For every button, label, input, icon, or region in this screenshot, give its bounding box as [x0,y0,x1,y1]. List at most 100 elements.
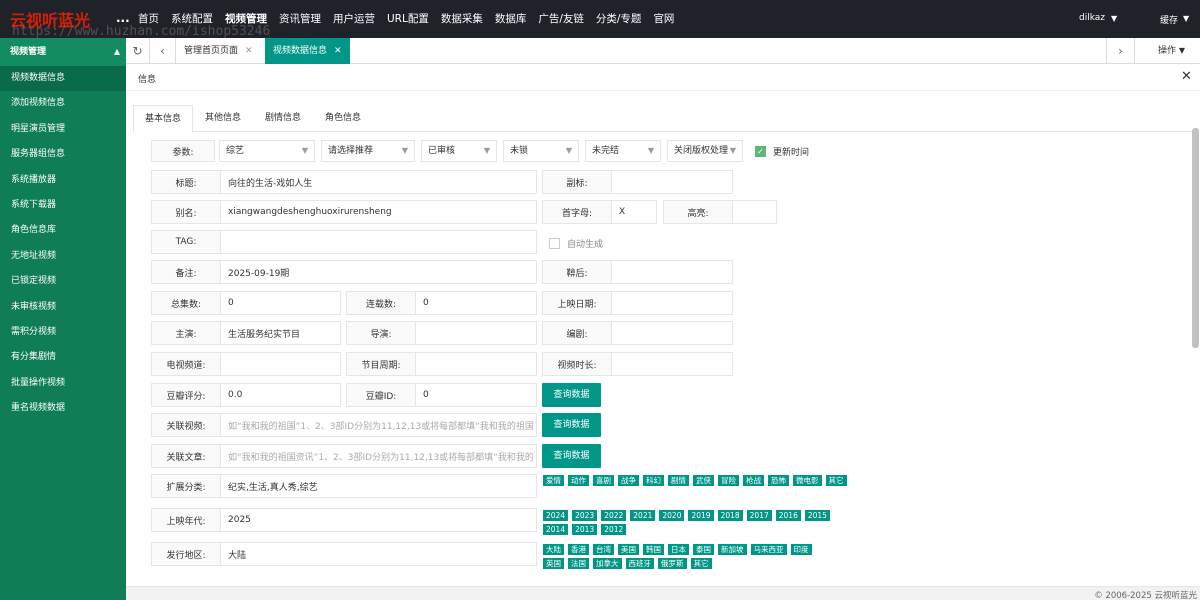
serial-input[interactable]: 0 [416,298,429,308]
year-tag[interactable]: 2022 [601,510,627,521]
year-input[interactable]: 2025 [221,515,251,525]
query-related-video-button[interactable]: 查询数据 [542,413,601,437]
year-tag[interactable]: 2017 [746,510,772,521]
related-article-field[interactable]: 关联文章: 如“我和我的祖国资讯”1、2、3部ID分别为11,12,13或将每部… [151,444,537,468]
sidebar-item-episode-plots[interactable]: 有分集剧情 [0,345,126,370]
caret-down-icon[interactable]: ▼ [1183,14,1189,23]
user-menu[interactable]: dilkaz [1079,13,1105,23]
title-field[interactable]: 标题: 向往的生活-戏如人生 [151,170,537,194]
tab-role-info[interactable]: 角色信息 [313,105,373,133]
ext-category-input[interactable]: 纪实,生活,真人秀,综艺 [221,480,318,493]
ext-category-field[interactable]: 扩展分类: 纪实,生活,真人秀,综艺 [151,474,537,498]
nav-ads-links[interactable]: 广告/友链 [532,0,590,38]
nav-data-collection[interactable]: 数据采集 [435,0,489,38]
sidebar-header[interactable]: 视频管理 ▲ [0,38,126,66]
nav-database[interactable]: 数据库 [489,0,533,38]
tag-field[interactable]: TAG: [151,230,537,254]
genre-tag[interactable]: 武侠 [693,475,714,486]
program-period-field[interactable]: 节目周期: [346,352,537,376]
genre-tag[interactable]: 战争 [618,475,639,486]
audit-select[interactable]: 已审核 ▼ [421,140,497,162]
afterward-field[interactable]: 鞥后: [542,260,733,284]
alias-field[interactable]: 别名: xiangwangdeshenghuoxirurensheng [151,200,537,224]
genre-tag[interactable]: 剧情 [668,475,689,486]
region-tag[interactable]: 加拿大 [593,558,622,569]
remark-input[interactable]: 2025-09-19期 [221,266,289,279]
sidebar-item-add-video[interactable]: 添加视频信息 [0,91,126,116]
douban-score-input[interactable]: 0.0 [221,390,242,400]
director-field[interactable]: 导演: [346,321,537,345]
douban-score-field[interactable]: 豆瓣评分: 0.0 [151,383,341,407]
year-tag[interactable]: 2023 [572,510,598,521]
year-tag[interactable]: 2015 [804,510,830,521]
sidebar-item-no-url[interactable]: 无地址视频 [0,244,126,269]
sidebar-item-downloaders[interactable]: 系统下载器 [0,193,126,218]
year-tag[interactable]: 2013 [572,524,598,535]
checkmark-icon[interactable]: ✓ [755,146,766,157]
nav-category-topics[interactable]: 分类/专题 [590,0,648,38]
query-douban-button[interactable]: 查询数据 [542,383,601,407]
duration-field[interactable]: 视频时长: [542,352,733,376]
douban-id-field[interactable]: 豆瓣ID: 0 [346,383,537,407]
sidebar-item-roles[interactable]: 角色信息库 [0,218,126,243]
recommend-select[interactable]: 请选择推荐 ▼ [321,140,415,162]
tv-channel-field[interactable]: 电视频道: [151,352,341,376]
genre-tag[interactable]: 喜剧 [593,475,614,486]
sidebar-item-locked[interactable]: 已锁定视频 [0,269,126,294]
year-tag[interactable]: 2018 [717,510,743,521]
region-field[interactable]: 发行地区: 大陆 [151,542,537,566]
region-tag[interactable]: 香港 [568,544,589,555]
nav-official-site[interactable]: 官网 [647,0,680,38]
caret-up-icon[interactable]: ▲ [114,38,120,66]
year-tag[interactable]: 2021 [630,510,656,521]
scrollbar[interactable] [1192,128,1199,348]
highlight-field[interactable]: 高亮: [663,200,777,224]
genre-tag[interactable]: 其它 [825,475,847,486]
chevron-left-icon[interactable]: ‹ [150,38,176,64]
genre-tag[interactable]: 冒险 [718,475,739,486]
sidebar-item-points[interactable]: 需积分视频 [0,320,126,345]
sidebar-item-duplicates[interactable]: 重名视频数据 [0,396,126,421]
year-tag[interactable]: 2016 [775,510,801,521]
close-icon[interactable]: ✕ [1181,69,1192,84]
region-tag[interactable]: 俄罗斯 [658,558,687,569]
checkbox-box[interactable] [549,238,560,249]
region-tag[interactable]: 法国 [568,558,589,569]
nav-user-operations[interactable]: 用户运营 [327,0,381,38]
genre-tag[interactable]: 动作 [568,475,589,486]
initial-field[interactable]: 首字母: X [542,200,657,224]
operations-menu[interactable]: 操作 ▼ [1134,38,1200,64]
region-tag[interactable]: 泰国 [693,544,714,555]
region-tag[interactable]: 英国 [543,558,564,569]
more-menu-icon[interactable]: ... [116,11,130,25]
total-episodes-input[interactable]: 0 [221,298,234,308]
actor-field[interactable]: 主演: 生活服务纪实节目 [151,321,341,345]
sidebar-item-server-groups[interactable]: 服务器组信息 [0,142,126,167]
release-date-field[interactable]: 上映日期: [542,291,733,315]
genre-tag[interactable]: 枪战 [743,475,764,486]
region-tag[interactable]: 其它 [690,558,712,569]
query-related-article-button[interactable]: 查询数据 [542,444,601,468]
genre-tag[interactable]: 爱情 [543,475,564,486]
douban-id-input[interactable]: 0 [416,390,429,400]
update-time-checkbox[interactable]: ✓ 更新时间 [755,145,809,158]
year-tag[interactable]: 2019 [688,510,714,521]
chevron-right-icon[interactable]: › [1106,38,1134,64]
tab-home-page[interactable]: 管理首页页面 ✕ [176,38,261,64]
region-tag[interactable]: 台湾 [593,544,614,555]
lock-select[interactable]: 未锁 ▼ [503,140,579,162]
sidebar-item-star-actors[interactable]: 明星演员管理 [0,117,126,142]
remark-field[interactable]: 备注: 2025-09-19期 [151,260,537,284]
tab-plot-info[interactable]: 剧情信息 [253,105,313,133]
genre-tag[interactable]: 科幻 [643,475,664,486]
genre-tag[interactable]: 微电影 [793,475,822,486]
year-field[interactable]: 上映年代: 2025 [151,508,537,532]
serial-field[interactable]: 连载数: 0 [346,291,537,315]
subtitle-field[interactable]: 副标: [542,170,733,194]
alias-input[interactable]: xiangwangdeshenghuoxirurensheng [221,207,392,217]
category-select[interactable]: 综艺 ▼ [219,140,315,162]
tab-other-info[interactable]: 其他信息 [193,105,253,133]
year-tag[interactable]: 2012 [601,524,627,535]
nav-news-management[interactable]: 资讯管理 [273,0,327,38]
region-tag[interactable]: 印度 [790,544,812,555]
